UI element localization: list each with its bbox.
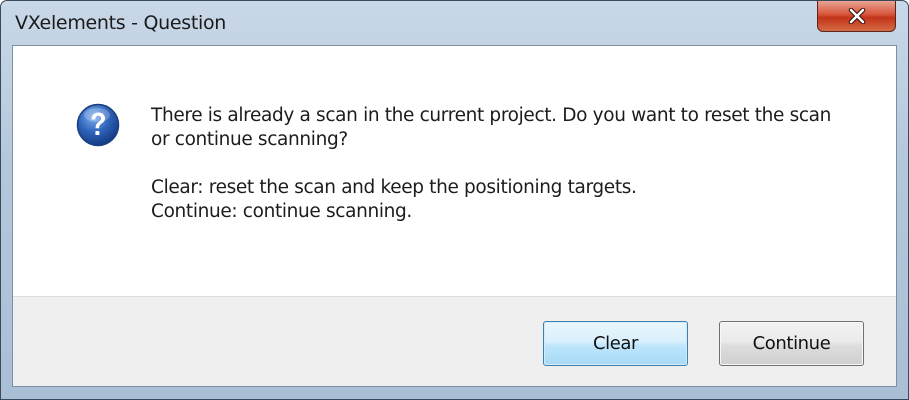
detail-continue: Continue: continue scanning. — [151, 201, 412, 222]
dialog-message: There is already a scan in the current p… — [151, 104, 891, 224]
message-line-1: There is already a scan in the current p… — [151, 105, 832, 126]
detail-clear: Clear: reset the scan and keep the posit… — [151, 177, 637, 198]
dialog-client-area: There is already a scan in the current p… — [12, 45, 897, 387]
continue-button[interactable]: Continue — [719, 321, 864, 366]
close-button[interactable] — [817, 1, 896, 32]
clear-button[interactable]: Clear — [543, 321, 688, 366]
message-line-2: or continue scanning? — [151, 129, 348, 150]
window-title: VXelements - Question — [15, 12, 227, 34]
dialog-window: VXelements - Question There is already a… — [0, 0, 909, 400]
close-icon — [848, 8, 865, 24]
question-icon — [76, 103, 120, 147]
dialog-content: There is already a scan in the current p… — [13, 46, 896, 296]
title-bar[interactable]: VXelements - Question — [1, 1, 908, 45]
